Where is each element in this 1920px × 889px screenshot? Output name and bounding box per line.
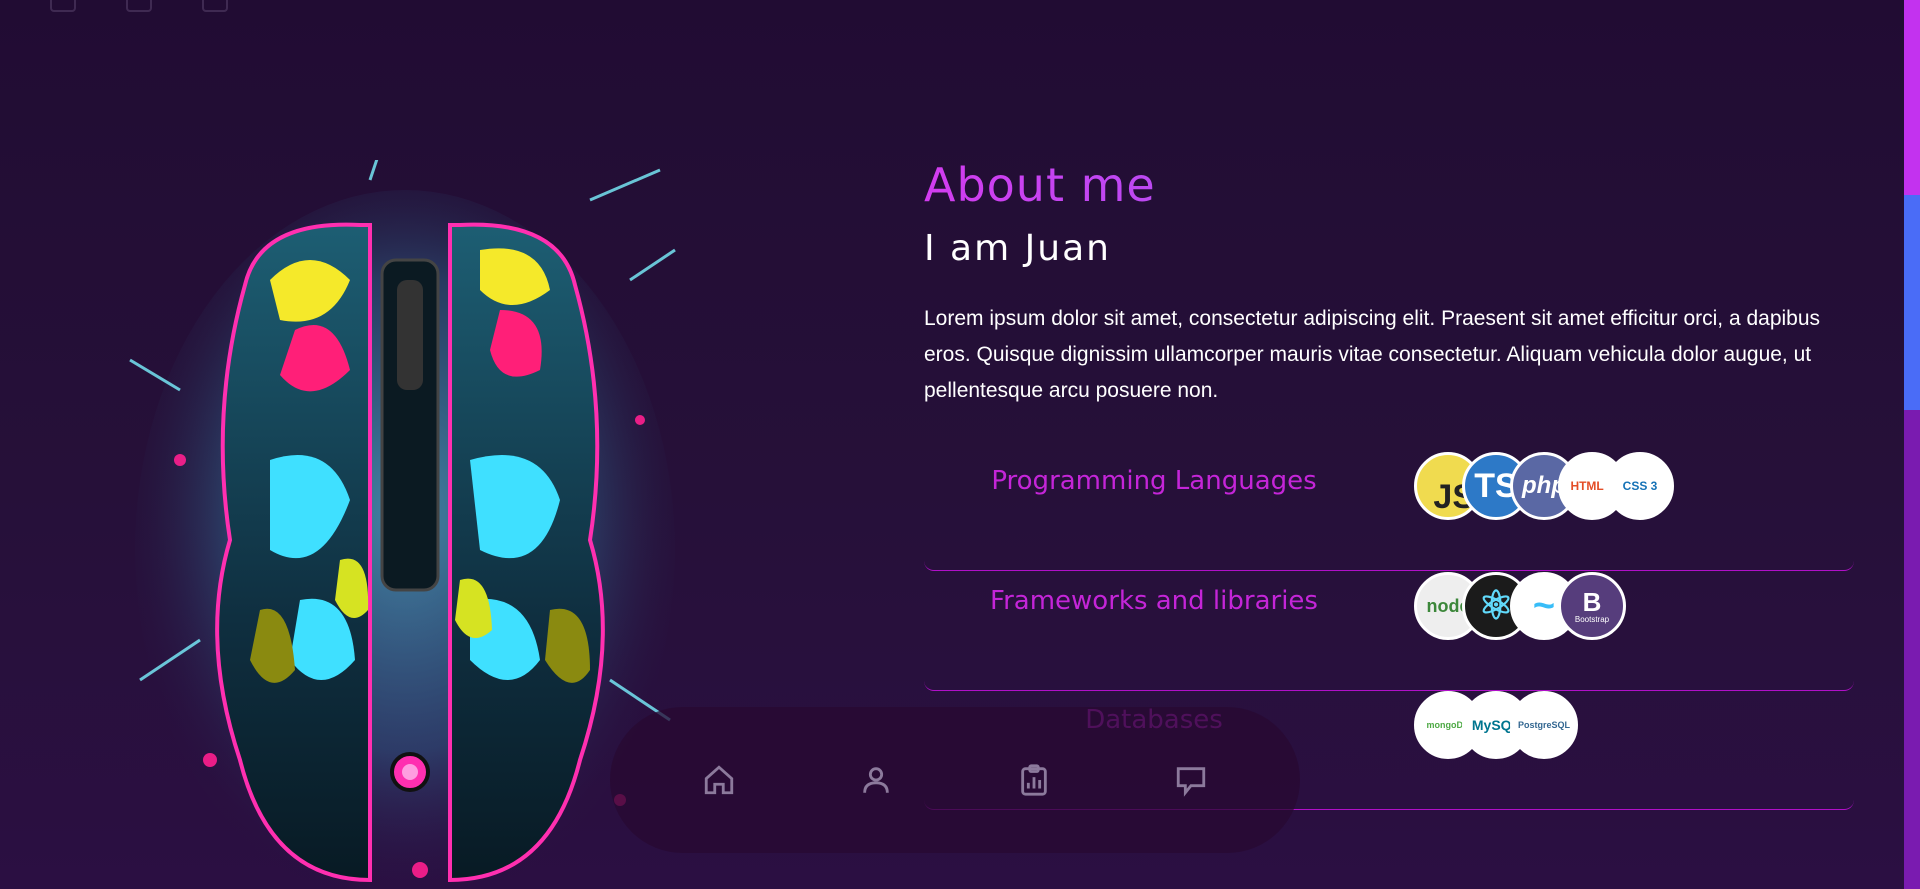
top-icon-3[interactable] [202,0,228,12]
scrollbar-track[interactable] [1904,0,1920,889]
gaming-mouse-illustration [129,160,676,889]
css3-icon: CSS 3 [1606,452,1674,520]
top-icon-2[interactable] [126,0,152,12]
skill-logos: JS TS php HTML 5 CSS 3 [1414,452,1674,520]
about-title: About me [924,158,1854,212]
nav-contact[interactable] [1167,756,1215,804]
about-section: About me I am Juan Lorem ipsum dolor sit… [924,158,1854,409]
bootstrap-icon: B Bootstrap [1558,572,1626,640]
skill-row-programming: Programming Languages JS TS php HTML 5 C… [924,452,1854,571]
nav-home[interactable] [695,756,743,804]
home-icon [704,765,733,795]
skill-logos: mongoDB MySQL PostgreSQL [1414,691,1578,759]
skill-label: Programming Languages [991,466,1317,496]
nav-about[interactable] [852,756,900,804]
skill-row-frameworks: Frameworks and libraries node ⚛ ~ B Boot… [924,572,1854,691]
postgresql-icon: PostgreSQL [1510,691,1578,759]
about-subtitle: I am Juan [924,228,1111,269]
skill-label: Frameworks and libraries [990,586,1318,616]
scrollbar-thumb[interactable] [1904,0,1920,889]
skill-logos: node ⚛ ~ B Bootstrap [1414,572,1626,640]
chat-icon [1177,767,1206,797]
about-paragraph: Lorem ipsum dolor sit amet, consectetur … [924,307,1821,402]
top-nav-icons [50,0,228,12]
clipboard-chart-icon [1021,764,1047,796]
nav-projects[interactable] [1010,756,1058,804]
bottom-nav [610,707,1300,853]
top-icon-1[interactable] [50,0,76,12]
user-icon [863,767,889,793]
